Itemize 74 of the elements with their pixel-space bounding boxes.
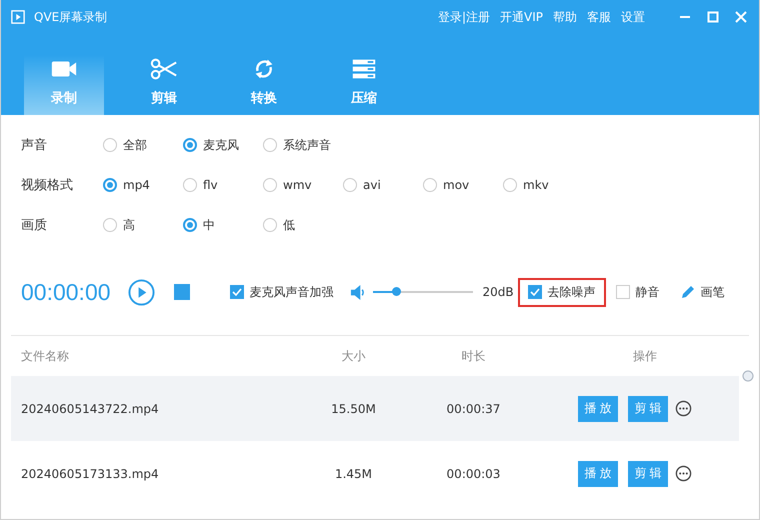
column-header: 操作 bbox=[632, 348, 658, 364]
radio-button[interactable] bbox=[263, 138, 277, 152]
radio-button[interactable] bbox=[103, 218, 117, 232]
timer: 00:00:00 bbox=[21, 278, 111, 306]
radio-option[interactable]: wmv bbox=[263, 178, 343, 192]
radio-option[interactable]: 麦克风 bbox=[183, 136, 263, 154]
radio-option[interactable]: mp4 bbox=[103, 178, 183, 192]
radio-option[interactable]: 高 bbox=[103, 216, 183, 234]
radio-button[interactable] bbox=[183, 218, 197, 232]
scrollbar-thumb[interactable] bbox=[742, 370, 754, 382]
radio-option[interactable]: flv bbox=[183, 178, 263, 192]
scissors-icon bbox=[150, 57, 178, 81]
option-label: 画质 bbox=[21, 217, 48, 234]
radio-option[interactable]: avi bbox=[343, 178, 423, 192]
option-text: 麦克风 bbox=[203, 136, 239, 154]
option-text: mp4 bbox=[123, 178, 150, 192]
column-header: 文件名称 bbox=[20, 348, 70, 364]
radio-button[interactable] bbox=[343, 178, 357, 192]
pencil-icon[interactable] bbox=[680, 284, 696, 300]
radio-option[interactable]: mkv bbox=[503, 178, 583, 192]
pen-label[interactable]: 画笔 bbox=[700, 284, 725, 300]
option-text: 中 bbox=[203, 216, 215, 234]
option-text: mkv bbox=[523, 178, 549, 192]
radio-button[interactable] bbox=[103, 138, 117, 152]
table-cell-text: 1.45M bbox=[334, 466, 374, 480]
window-title: QVE屏幕录制 bbox=[34, 8, 108, 26]
checkbox[interactable] bbox=[616, 285, 630, 299]
table-cell-text: 00:00:03 bbox=[446, 466, 502, 480]
radio-button[interactable] bbox=[263, 218, 277, 232]
radio-option[interactable]: 中 bbox=[183, 216, 263, 234]
checkbox-label: 静音 bbox=[636, 284, 660, 300]
option-text: wmv bbox=[283, 178, 312, 192]
table-cell-text: 20240605143722.mp4 bbox=[20, 402, 160, 416]
table-cell-text: 15.50M bbox=[330, 402, 377, 416]
close-icon[interactable] bbox=[735, 11, 747, 23]
file-row[interactable]: 20240605173133.mp4 1.45M 00:00:03 播放 剪辑 bbox=[11, 441, 739, 506]
checkbox[interactable] bbox=[230, 285, 244, 299]
maximize-icon[interactable] bbox=[707, 11, 719, 23]
radio-button[interactable] bbox=[263, 178, 277, 192]
option-text: flv bbox=[203, 178, 218, 192]
column-header: 大小 bbox=[340, 348, 366, 364]
option-text: 全部 bbox=[123, 136, 147, 154]
table-cell-text: 00:00:37 bbox=[446, 402, 502, 416]
table-cell-text: 20240605173133.mp4 bbox=[20, 466, 160, 480]
option-label: 声音 bbox=[21, 137, 48, 154]
more-icon[interactable] bbox=[675, 465, 692, 482]
file-row[interactable]: 20240605143722.mp4 15.50M 00:00:37 播放 剪辑 bbox=[11, 376, 739, 441]
option-text: avi bbox=[363, 178, 381, 192]
checkbox-label: 去除噪声 bbox=[548, 284, 596, 300]
stop-icon[interactable] bbox=[174, 284, 190, 300]
app-logo-icon bbox=[11, 10, 25, 24]
option-text: 系统声音 bbox=[283, 136, 331, 154]
radio-button[interactable] bbox=[103, 178, 117, 192]
radio-option[interactable]: 系统声音 bbox=[263, 136, 343, 154]
option-text: 低 bbox=[283, 216, 295, 234]
option-label: 视频格式 bbox=[21, 177, 74, 194]
more-icon[interactable] bbox=[675, 400, 692, 417]
checkbox[interactable] bbox=[528, 285, 542, 299]
option-text: mov bbox=[443, 178, 470, 192]
option-text: 高 bbox=[123, 216, 135, 234]
stack-icon bbox=[350, 57, 378, 81]
radio-button[interactable] bbox=[423, 178, 437, 192]
radio-button[interactable] bbox=[183, 138, 197, 152]
checkbox-label: 麦克风声音加强 bbox=[250, 284, 334, 300]
slider-thumb[interactable] bbox=[392, 287, 401, 296]
radio-option[interactable]: mov bbox=[423, 178, 503, 192]
radio-button[interactable] bbox=[183, 178, 197, 192]
radio-button[interactable] bbox=[503, 178, 517, 192]
speaker-icon[interactable] bbox=[350, 284, 365, 300]
radio-option[interactable]: 全部 bbox=[103, 136, 183, 154]
column-header: 时长 bbox=[460, 348, 486, 364]
radio-option[interactable]: 低 bbox=[263, 216, 343, 234]
play-icon[interactable] bbox=[128, 278, 155, 306]
volume-reading: 20dB bbox=[482, 285, 514, 299]
